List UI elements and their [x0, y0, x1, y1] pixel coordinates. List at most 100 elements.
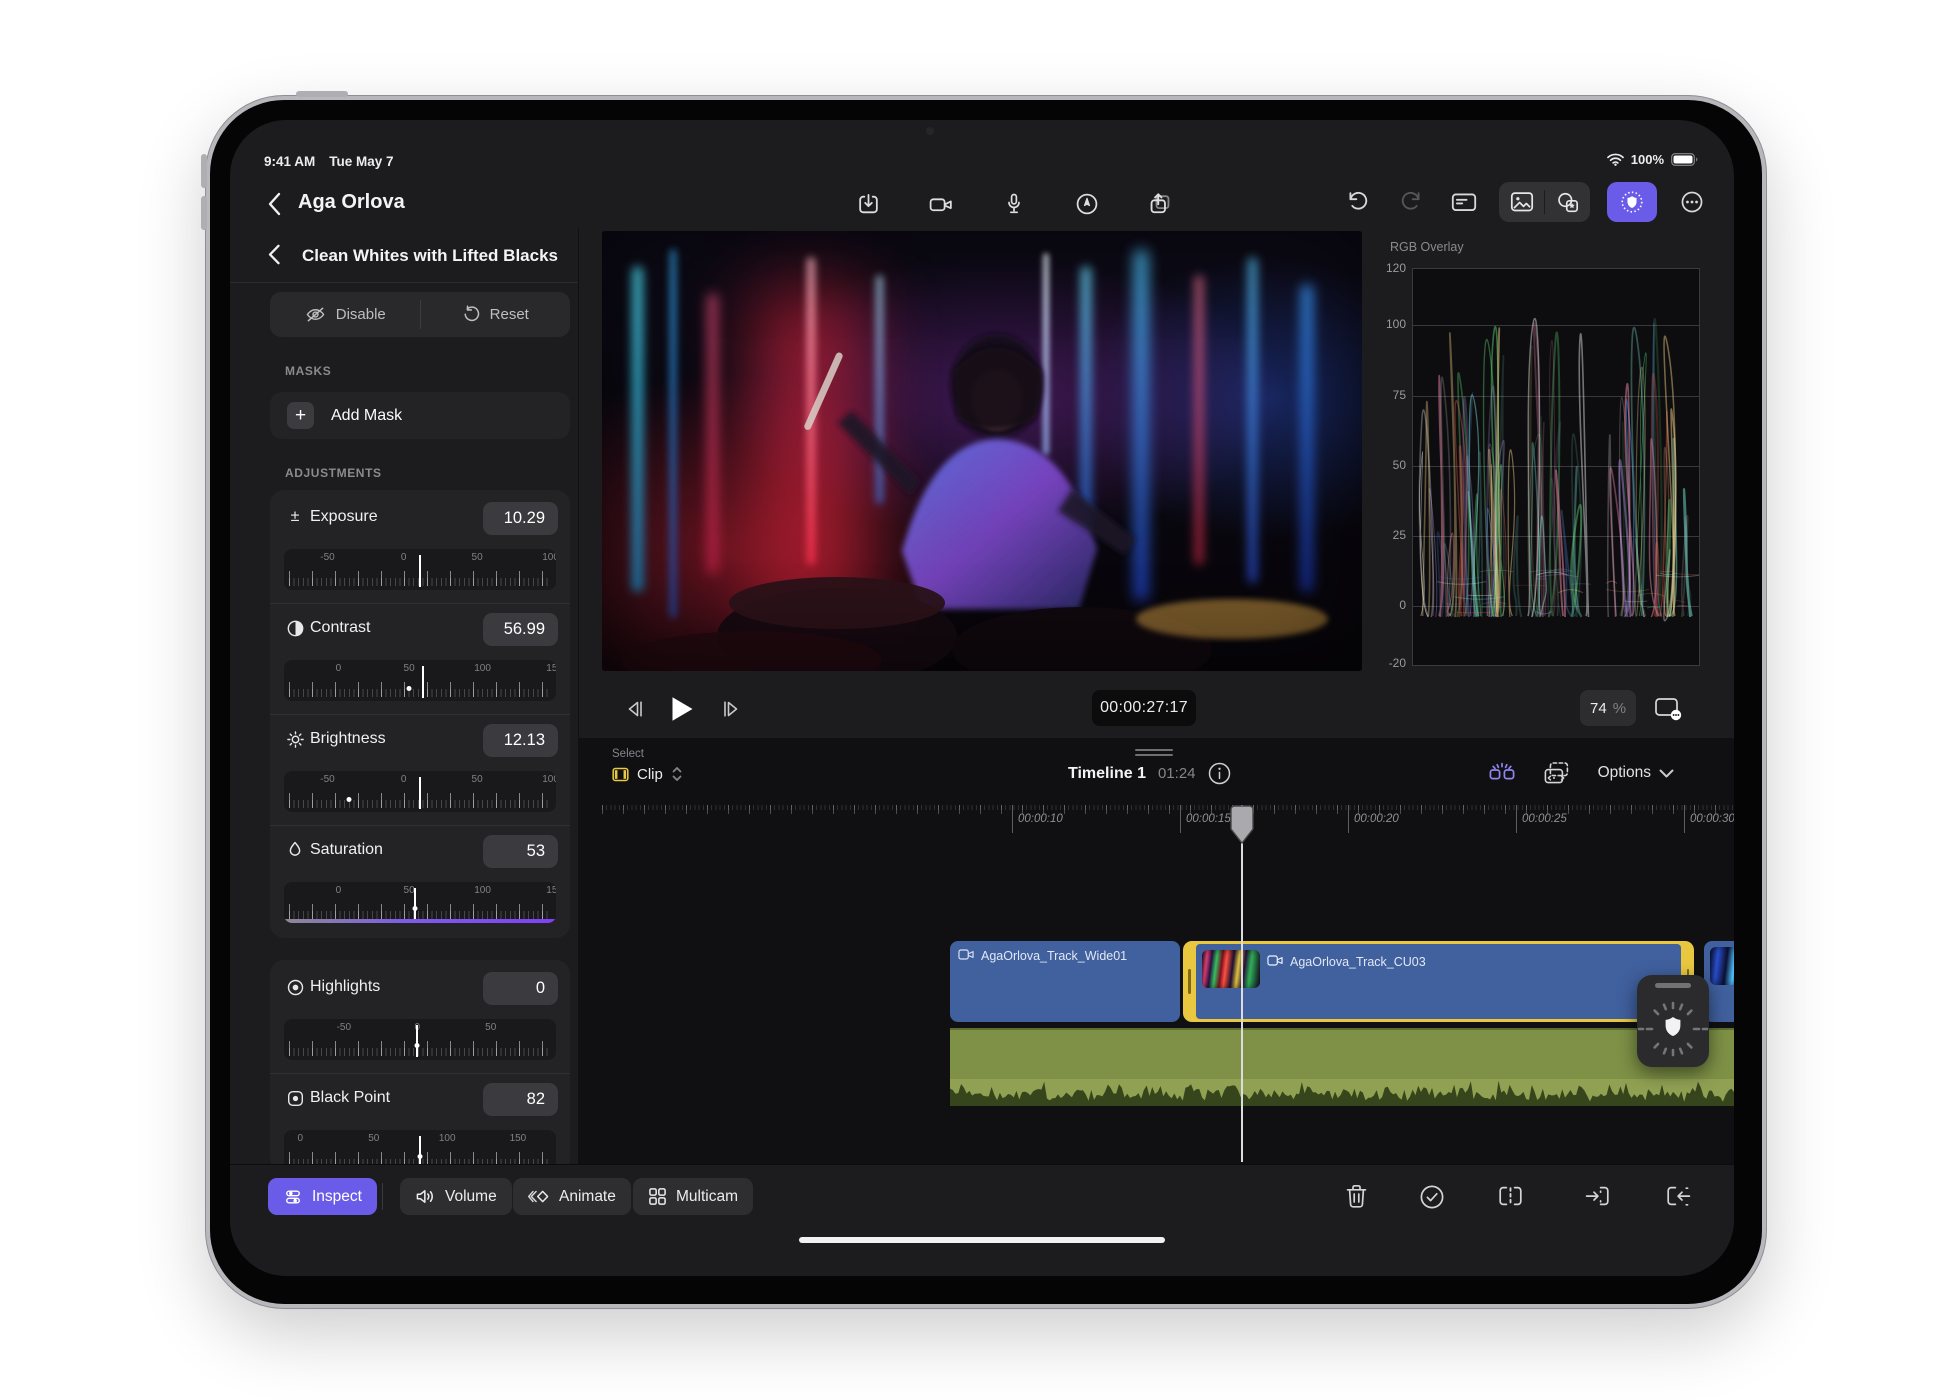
volume-label: Volume [445, 1188, 497, 1206]
ruler-label: 00:00:30 [1690, 813, 1734, 825]
previous-frame-button[interactable] [617, 691, 653, 727]
highlights-icon [285, 977, 305, 997]
redo-icon[interactable] [1393, 184, 1429, 220]
saturation-slider[interactable]: 0 50 100 150 [284, 882, 556, 923]
volume-button[interactable]: Volume [400, 1178, 512, 1215]
import-icon[interactable] [850, 186, 886, 222]
timeline-clip-selected[interactable]: AgaOrlova_Track_CU03 [1183, 941, 1694, 1022]
audio-track[interactable] [950, 1028, 1734, 1106]
slider-indicator[interactable] [419, 1136, 421, 1164]
effects-browser-icon[interactable] [1545, 184, 1590, 220]
scope-title: RGB Overlay [1390, 240, 1464, 254]
screen: 9:41 AM Tue May 7 100% Aga Orlova [230, 120, 1734, 1276]
undo-icon[interactable] [1340, 184, 1376, 220]
insert-clip-icon[interactable] [1578, 1178, 1616, 1215]
split-clip-icon[interactable] [1488, 760, 1516, 786]
video-vignette [602, 231, 1362, 671]
disable-button[interactable]: Disable [270, 292, 420, 337]
timeline-options-button[interactable]: Options [1598, 764, 1674, 782]
tick-label: 50 [472, 552, 483, 563]
tick-label: -50 [320, 774, 334, 785]
timeline-panel: Select Clip Timeline 1 01:24 O [578, 738, 1734, 1164]
tick-label: 0 [401, 552, 407, 563]
select-mode-label: Select [612, 748, 644, 760]
clip-glyph-icon [612, 767, 629, 782]
approve-check-icon[interactable] [1413, 1178, 1451, 1215]
reset-button[interactable]: Reset [421, 292, 571, 337]
back-button[interactable] [258, 188, 290, 220]
highlights-slider[interactable]: -50 0 50 [284, 1019, 556, 1060]
exposure-value[interactable]: 10.29 [483, 502, 558, 535]
pencil-draw-icon[interactable] [1069, 186, 1105, 222]
slider-indicator[interactable] [416, 1025, 418, 1057]
jog-drag-bar[interactable] [1655, 983, 1691, 988]
disable-reset-segment: Disable Reset [270, 292, 570, 337]
contrast-slider[interactable]: 0 50 100 150 [284, 660, 556, 701]
captions-icon[interactable] [1446, 184, 1482, 220]
clock: 9:41 AM [264, 154, 315, 169]
timeline-clip[interactable]: AgaOrlova_Track_Wide01 [950, 941, 1180, 1022]
black-point-value[interactable]: 82 [483, 1083, 558, 1116]
saturation-icon [285, 840, 305, 860]
brightness-row: Brightness 12.13 -50 0 50 100 [270, 714, 570, 825]
media-browser-icon[interactable] [1499, 184, 1544, 220]
highlights-value[interactable]: 0 [483, 972, 558, 1005]
share-icon[interactable] [1142, 186, 1178, 222]
delete-icon[interactable] [1337, 1178, 1375, 1215]
tick-label: 150 [510, 1133, 527, 1144]
browser-toggle-group [1499, 182, 1590, 222]
more-icon[interactable] [1674, 184, 1710, 220]
contrast-value[interactable]: 56.99 [483, 613, 558, 646]
playhead[interactable] [1241, 805, 1243, 1162]
microphone-icon[interactable] [996, 186, 1032, 222]
bottom-divider [382, 1183, 383, 1210]
brightness-slider[interactable]: -50 0 50 100 [284, 771, 556, 812]
masks-section-header: MASKS [285, 364, 331, 378]
adjustments-section-header: ADJUSTMENTS [285, 466, 382, 480]
brightness-value[interactable]: 12.13 [483, 724, 558, 757]
slider-indicator[interactable] [414, 888, 416, 920]
append-clip-icon[interactable] [1659, 1178, 1697, 1215]
next-frame-button[interactable] [713, 691, 749, 727]
adjustment-name: Black Point [310, 1089, 390, 1107]
saturation-value[interactable]: 53 [483, 835, 558, 868]
home-indicator[interactable] [799, 1237, 1165, 1243]
viewer-options-icon[interactable] [1646, 690, 1690, 726]
timeline-drag-handle[interactable] [1135, 746, 1173, 759]
timeline-ruler[interactable]: 00:00:10 00:00:15 00:00:20 00:00:25 00:0… [602, 805, 1734, 835]
volume-down-button [201, 196, 207, 230]
multicam-button[interactable]: Multicam [633, 1178, 753, 1215]
timeline-overview-icon[interactable] [1542, 760, 1572, 786]
play-button[interactable] [664, 691, 700, 727]
saturation-row: Saturation 53 0 50 100 150 [270, 825, 570, 936]
slider-indicator[interactable] [419, 777, 421, 809]
info-icon[interactable] [1208, 762, 1231, 785]
black-point-slider[interactable]: 0 50 100 150 [284, 1130, 556, 1164]
slider-indicator[interactable] [422, 666, 424, 698]
slider-indicator[interactable] [419, 555, 421, 587]
jog-wheel[interactable] [1637, 975, 1709, 1067]
tick-label: 100 [439, 1133, 456, 1144]
playhead-handle[interactable] [1230, 805, 1254, 847]
toolbar-center [850, 186, 1178, 222]
video-preview[interactable] [602, 231, 1362, 671]
clip-mode-label: Clip [637, 766, 663, 783]
record-video-icon[interactable] [923, 186, 959, 222]
inspect-button[interactable]: Inspect [268, 1178, 377, 1215]
add-mask-button[interactable]: + Add Mask [270, 392, 570, 439]
timeline-toolbar-icons: Options [1488, 760, 1674, 786]
color-adjustments-button[interactable] [1607, 182, 1657, 222]
black-point-row: Black Point 82 0 50 100 150 [270, 1073, 570, 1164]
adjustment-name: Exposure [310, 508, 378, 526]
status-bar-right: 100% [1607, 152, 1698, 167]
zoom-level-badge[interactable]: 74 % [1580, 690, 1636, 726]
trim-handle-left[interactable] [1188, 969, 1191, 994]
split-tool-icon[interactable] [1491, 1178, 1529, 1215]
chevron-up-down-icon [671, 765, 683, 783]
animate-button[interactable]: Animate [513, 1178, 631, 1215]
clip-label: AgaOrlova_Track_CU03 [1290, 955, 1426, 969]
preset-back-button[interactable] [268, 244, 280, 265]
exposure-slider[interactable]: -50 0 50 100 [284, 549, 556, 590]
slider-origin-dot [407, 686, 412, 691]
clip-mode-dropdown[interactable]: Clip [612, 765, 683, 783]
